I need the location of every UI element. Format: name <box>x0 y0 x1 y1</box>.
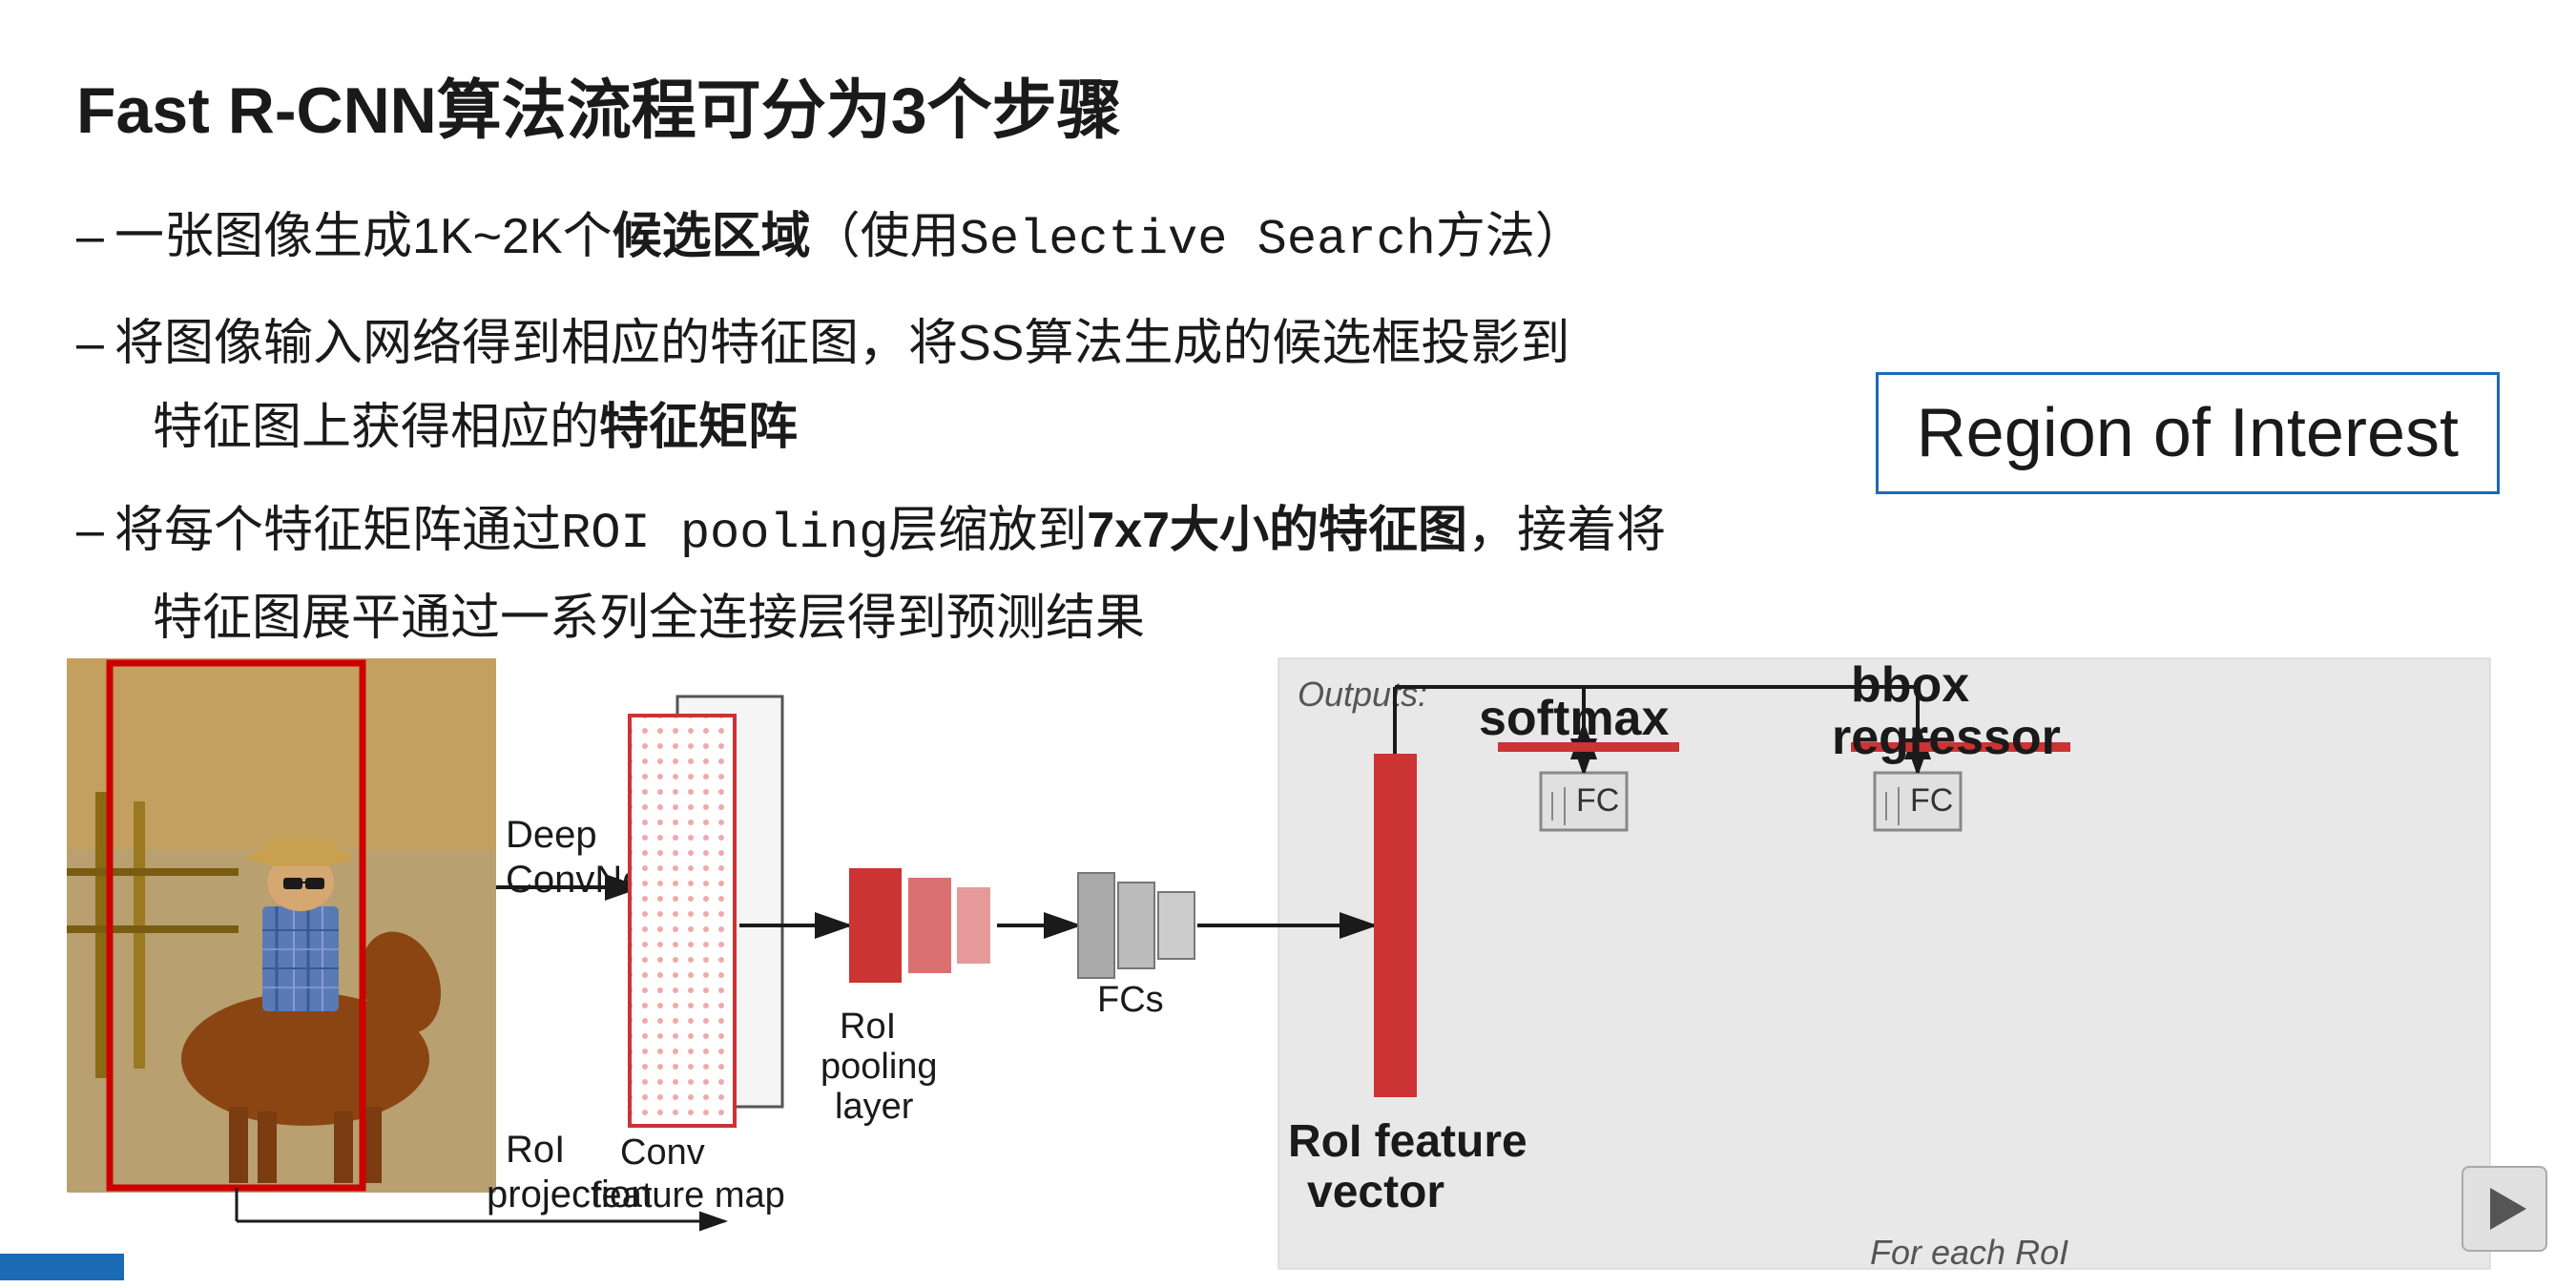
bullet-item-3: 将每个特征矩阵通过ROI pooling层缩放到7x7大小的特征图，接着将 特征… <box>76 493 2500 655</box>
svg-text:RoI: RoI <box>506 1129 565 1171</box>
svg-text:vector: vector <box>1307 1167 1444 1217</box>
bullet-item-3-sub: 特征图展平通过一系列全连接层得到预测结果 <box>114 581 2500 655</box>
svg-text:feature map: feature map <box>592 1175 785 1215</box>
svg-text:ConvNet: ConvNet <box>506 859 654 901</box>
svg-text:Deep: Deep <box>506 814 597 856</box>
svg-text:softmax: softmax <box>1479 691 1669 746</box>
bold-feature-matrix: 特征矩阵 <box>599 400 798 455</box>
svg-text:layer: layer <box>835 1087 914 1127</box>
svg-text:pooling: pooling <box>821 1047 938 1087</box>
roi-box: Region of Interest <box>1876 372 2500 494</box>
svg-text:For each RoI: For each RoI <box>1870 1233 2068 1272</box>
svg-text:RoI feature: RoI feature <box>1288 1116 1527 1167</box>
svg-text:FCs: FCs <box>1097 980 1164 1020</box>
svg-text:Outputs:: Outputs: <box>1298 675 1427 714</box>
bottom-bar <box>0 1254 124 1280</box>
bold-candidates: 候选区域 <box>613 209 811 264</box>
mono-selective-search: Selective Search <box>960 212 1436 268</box>
roi-box-label: Region of Interest <box>1917 395 2459 471</box>
svg-text:Conv: Conv <box>620 1132 705 1173</box>
play-button[interactable] <box>2462 1166 2547 1252</box>
slide-container: Fast R-CNN算法流程可分为3个步骤 一张图像生成1K~2K个候选区域（使… <box>0 0 2576 1280</box>
svg-text:FC: FC <box>1910 782 1953 819</box>
bold-7x7: 7x7大小的特征图 <box>1087 503 1467 558</box>
play-icon <box>2490 1188 2526 1230</box>
bullet-item-1: 一张图像生成1K~2K个候选区域（使用Selective Search方法） <box>76 199 2500 278</box>
svg-text:bbox: bbox <box>1851 657 1969 713</box>
slide-title: Fast R-CNN算法流程可分为3个步骤 <box>76 57 2500 152</box>
diagram-svg: Deep ConvNet RoI projection Conv feature… <box>57 601 2519 1288</box>
svg-text:RoI: RoI <box>840 1007 896 1047</box>
svg-text:FC: FC <box>1576 782 1619 819</box>
svg-text:regressor: regressor <box>1832 710 2061 765</box>
svg-text:projection: projection <box>487 1174 652 1215</box>
mono-roi-pooling: ROI pooling <box>561 506 888 562</box>
